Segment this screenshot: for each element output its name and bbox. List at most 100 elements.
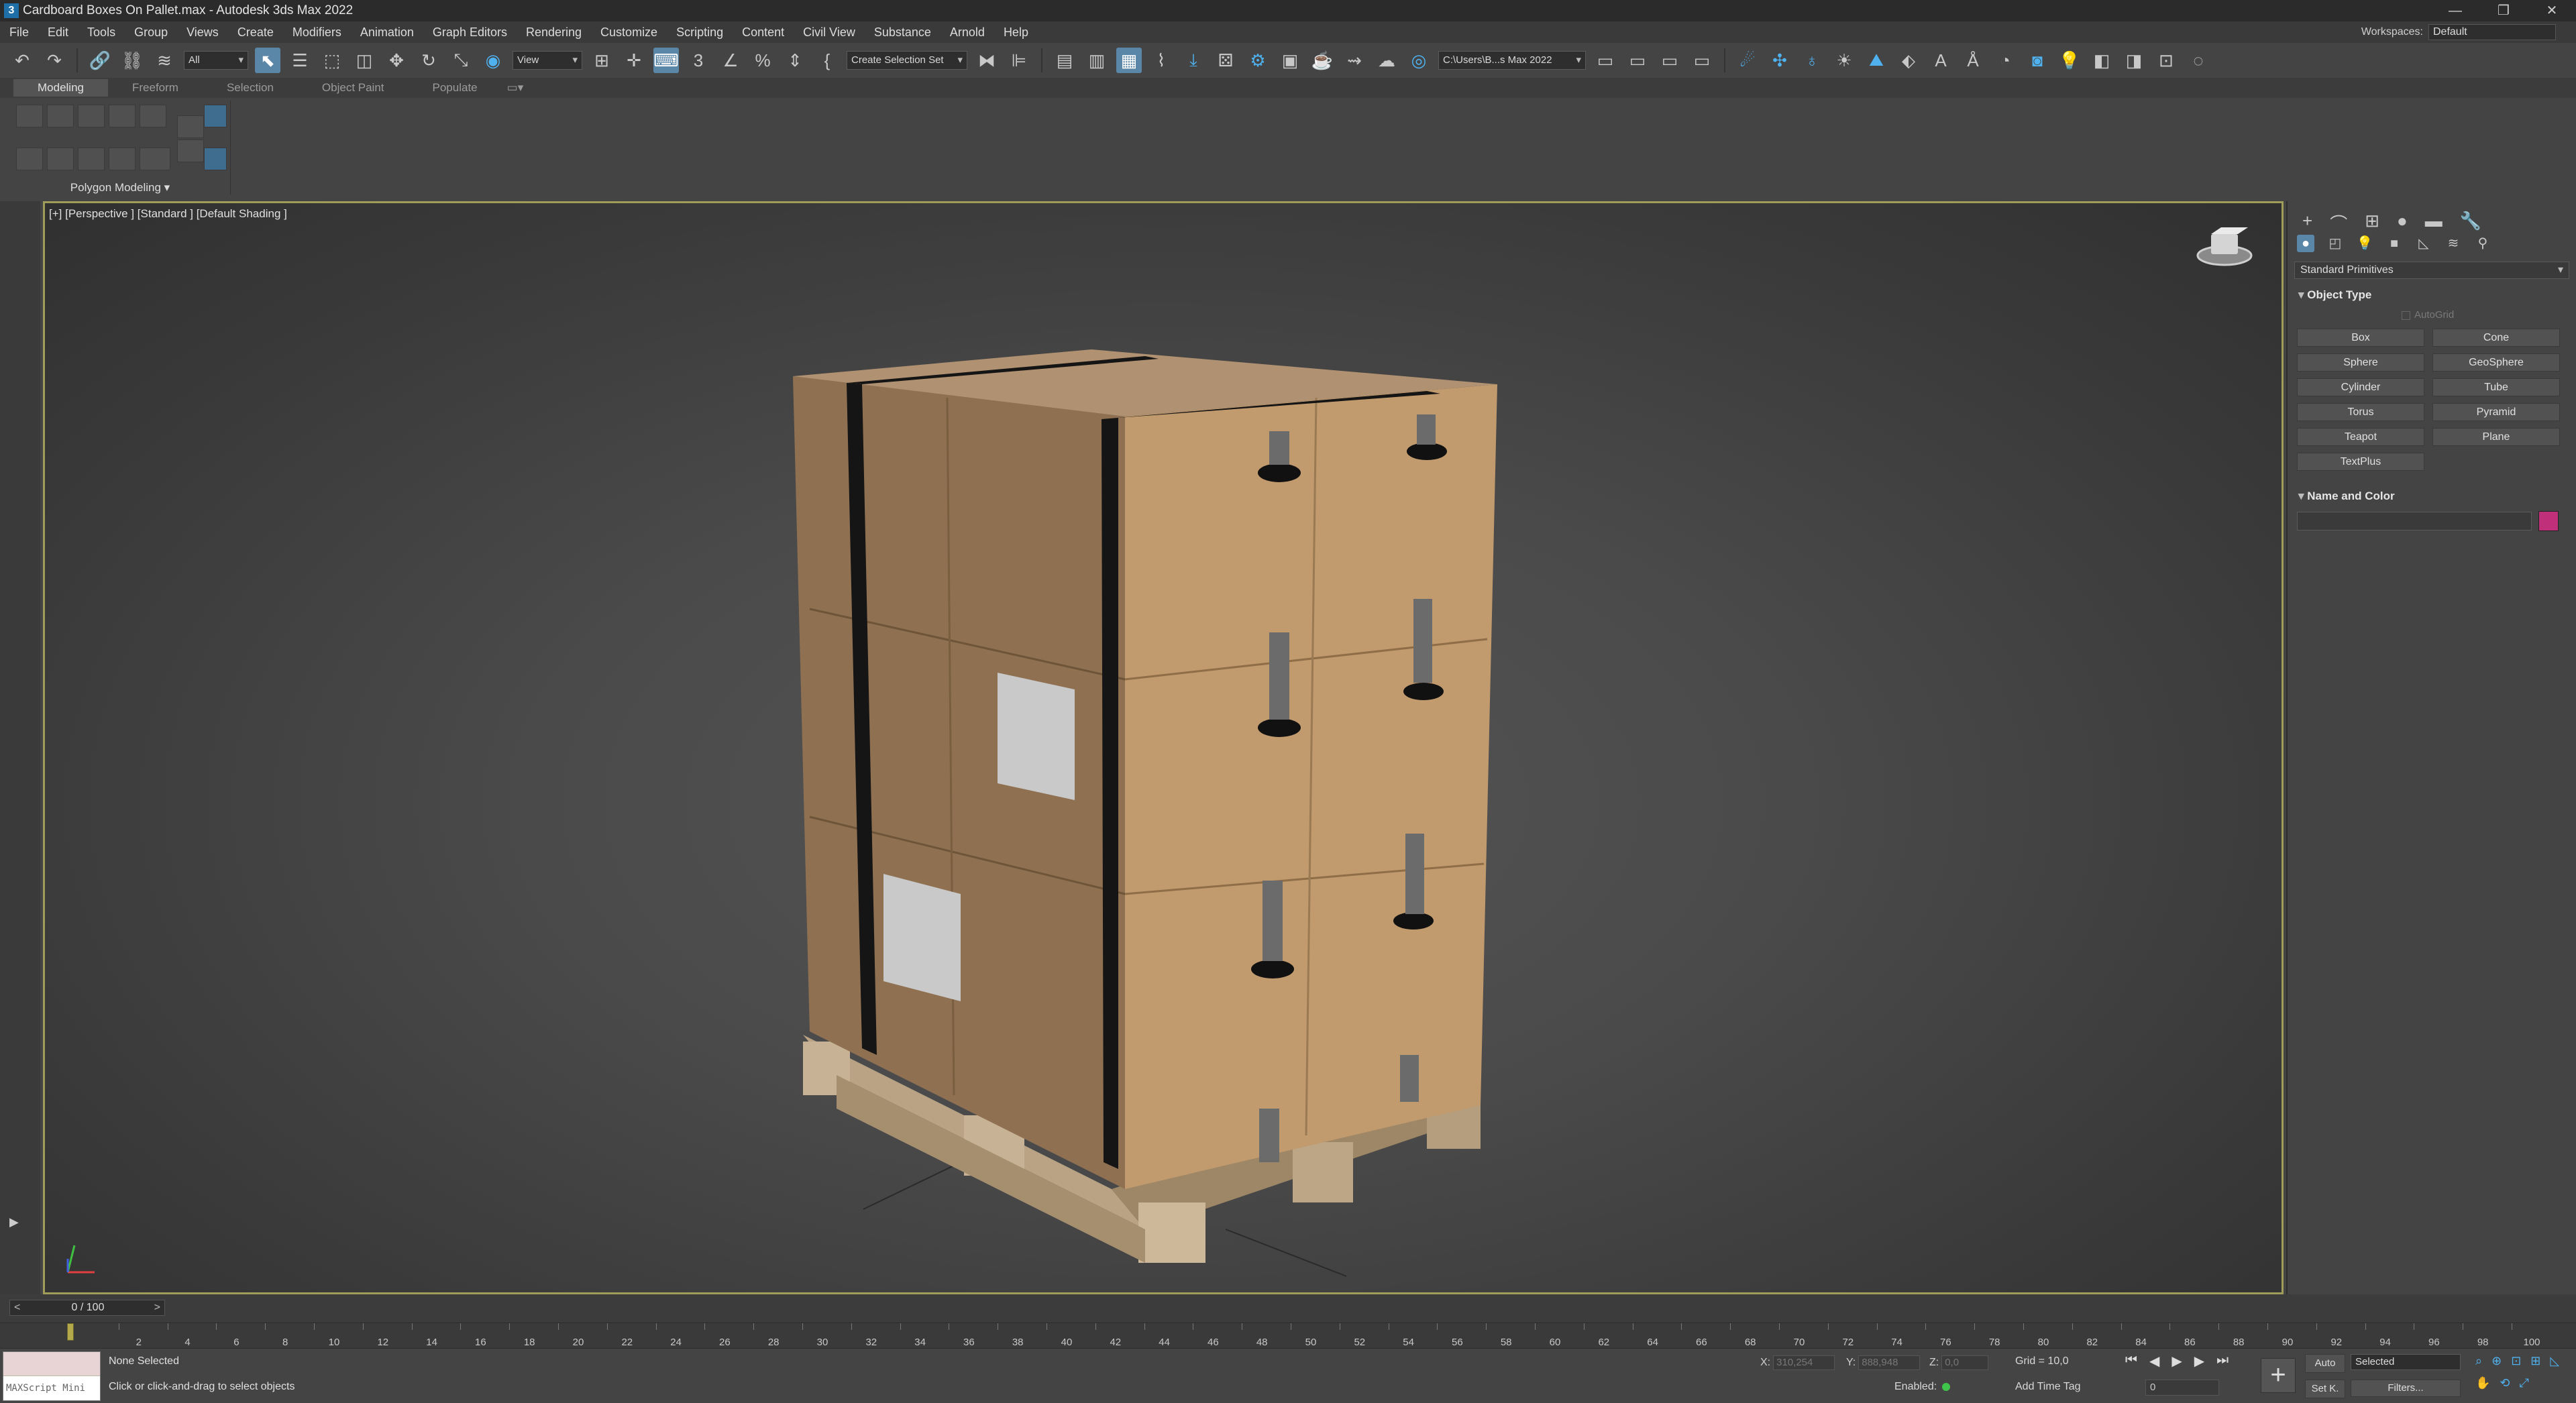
rotate-icon[interactable]: ↻ bbox=[416, 48, 441, 73]
object-name-field[interactable] bbox=[2297, 512, 2532, 530]
render-in-cloud-icon[interactable]: ☁ bbox=[1374, 48, 1399, 73]
autogrid-checkbox[interactable]: AutoGrid bbox=[2402, 307, 2576, 323]
link-icon[interactable]: 🔗 bbox=[87, 48, 113, 73]
plane-button[interactable]: Plane bbox=[2432, 428, 2560, 446]
named-selection-set-dropdown[interactable]: Create Selection Set bbox=[847, 51, 967, 70]
set-project-icon[interactable]: ▭ bbox=[1625, 48, 1650, 73]
ribbon-graphite-button[interactable] bbox=[204, 105, 227, 127]
name-and-color-rollout[interactable]: Name and Color bbox=[2294, 488, 2569, 504]
go-to-start-icon[interactable]: ⏮ bbox=[2125, 1353, 2137, 1369]
rectangular-selection-icon[interactable]: ⬚ bbox=[319, 48, 345, 73]
current-frame-field[interactable]: 0 bbox=[2145, 1380, 2219, 1396]
display-tab-icon[interactable]: ▬ bbox=[2425, 211, 2443, 231]
object-color-swatch[interactable] bbox=[2538, 511, 2559, 531]
box-button[interactable]: Box bbox=[2297, 329, 2424, 347]
select-object-icon[interactable]: ⬉ bbox=[255, 48, 280, 73]
render-production-icon[interactable]: ☕ bbox=[1309, 48, 1335, 73]
percent-snap-icon[interactable]: % bbox=[750, 48, 775, 73]
menu-graph-editors[interactable]: Graph Editors bbox=[423, 21, 517, 43]
next-frame-icon[interactable]: ▶ bbox=[2194, 1353, 2204, 1369]
viewport-label[interactable]: [+] [Perspective ] [Standard ] [Default … bbox=[49, 207, 287, 221]
time-cursor[interactable] bbox=[67, 1323, 74, 1341]
spinner-snap-icon[interactable]: ⇕ bbox=[782, 48, 808, 73]
tube-button[interactable]: Tube bbox=[2432, 378, 2560, 396]
maxscript-output[interactable] bbox=[3, 1352, 100, 1376]
key-filters-button[interactable]: Filters... bbox=[2351, 1380, 2461, 1397]
maxscript-listener[interactable]: MAXScript Mini bbox=[3, 1351, 101, 1401]
perspective-viewport[interactable]: [+] [Perspective ] [Standard ] [Default … bbox=[43, 201, 2284, 1294]
selection-filter-dropdown[interactable]: All bbox=[184, 51, 248, 70]
pan-icon[interactable]: ✋ bbox=[2475, 1376, 2490, 1390]
previous-frame-icon[interactable]: ◀ bbox=[2149, 1353, 2159, 1369]
sphere-button[interactable]: Sphere bbox=[2297, 353, 2424, 372]
menu-edit[interactable]: Edit bbox=[38, 21, 78, 43]
render-setup-icon[interactable]: ⚙ bbox=[1245, 48, 1271, 73]
ribbon-polygon-button[interactable] bbox=[109, 105, 136, 127]
key-filter-dropdown[interactable]: Selected bbox=[2351, 1354, 2461, 1370]
hierarchy-tab-icon[interactable]: ⊞ bbox=[2365, 211, 2379, 231]
arnold-render-icon[interactable]: ☄ bbox=[1735, 48, 1760, 73]
geometry-icon[interactable]: ● bbox=[2297, 235, 2314, 252]
menu-group[interactable]: Group bbox=[125, 21, 177, 43]
ribbon-stack-button[interactable] bbox=[177, 139, 204, 162]
field-of-view-icon[interactable]: ◺ bbox=[2550, 1354, 2559, 1368]
menu-customize[interactable]: Customize bbox=[591, 21, 667, 43]
space-warps-icon[interactable]: ≋ bbox=[2445, 235, 2462, 252]
menu-modifiers[interactable]: Modifiers bbox=[283, 21, 351, 43]
align-icon[interactable]: ⊫ bbox=[1006, 48, 1032, 73]
rendered-frame-window-icon[interactable]: ▣ bbox=[1277, 48, 1303, 73]
edit-named-selection-icon[interactable]: { bbox=[814, 48, 840, 73]
scale-icon[interactable]: ⤡ bbox=[448, 48, 474, 73]
ribbon-element-button[interactable] bbox=[140, 105, 166, 127]
tab-freeform[interactable]: Freeform bbox=[108, 79, 203, 97]
arnold-light-icon[interactable]: ✣ bbox=[1767, 48, 1792, 73]
select-by-name-icon[interactable]: ☰ bbox=[287, 48, 313, 73]
helpers-icon[interactable]: ◺ bbox=[2415, 235, 2432, 252]
tab-modeling[interactable]: Modeling bbox=[13, 79, 108, 97]
textplus-button[interactable]: TextPlus bbox=[2297, 453, 2424, 471]
tab-selection[interactable]: Selection bbox=[203, 79, 298, 97]
maximize-viewport-icon[interactable]: ⤢ bbox=[2520, 1376, 2529, 1390]
go-to-end-icon[interactable]: ⏭ bbox=[2216, 1353, 2229, 1369]
layer-explorer-icon[interactable]: ▥ bbox=[1084, 48, 1110, 73]
mirror-icon[interactable]: ⧓ bbox=[974, 48, 1000, 73]
z-coordinate-field[interactable]: 0,0 bbox=[1941, 1355, 1989, 1370]
workspaces-select[interactable]: Default bbox=[2428, 24, 2556, 40]
ribbon-preserve-uvs-button[interactable] bbox=[16, 148, 43, 170]
set-key-icon[interactable]: + bbox=[2261, 1358, 2296, 1393]
environment-icon[interactable]: ◙ bbox=[2025, 48, 2050, 73]
place-icon[interactable]: ◉ bbox=[480, 48, 506, 73]
systems-icon[interactable]: ⚲ bbox=[2474, 235, 2491, 252]
next-frame-icon[interactable]: > bbox=[154, 1300, 160, 1315]
maxscript-input[interactable]: MAXScript Mini bbox=[3, 1376, 100, 1400]
y-coordinate-field[interactable]: 888,948 bbox=[1858, 1355, 1921, 1370]
menu-tools[interactable]: Tools bbox=[78, 21, 125, 43]
curve-editor-icon[interactable]: ⌇ bbox=[1148, 48, 1174, 73]
ribbon-edge-button[interactable] bbox=[47, 105, 74, 127]
bind-spacewarp-icon[interactable]: ≋ bbox=[152, 48, 177, 73]
zoom-extents-icon[interactable]: ⊡ bbox=[2511, 1354, 2521, 1368]
menu-rendering[interactable]: Rendering bbox=[517, 21, 591, 43]
keyboard-shortcut-override-icon[interactable]: ⌨ bbox=[653, 48, 679, 73]
sun-icon[interactable]: ☀ bbox=[1831, 48, 1857, 73]
auto-key-button[interactable]: Auto bbox=[2305, 1354, 2345, 1373]
ribbon-toggle-modifier-button[interactable] bbox=[78, 148, 105, 170]
object-type-rollout[interactable]: Object Type bbox=[2294, 287, 2569, 303]
arnold-shader-icon[interactable]: ♁ bbox=[1799, 48, 1825, 73]
tab-populate[interactable]: Populate bbox=[409, 79, 502, 97]
play-icon[interactable]: ▶ bbox=[2171, 1353, 2182, 1369]
render-iterative-icon[interactable]: ⇝ bbox=[1342, 48, 1367, 73]
ribbon-collapse-stack-button[interactable] bbox=[47, 148, 74, 170]
add-time-tag[interactable]: Add Time Tag bbox=[2015, 1381, 2081, 1393]
create-project-icon[interactable]: ▭ bbox=[1689, 48, 1715, 73]
zoom-all-icon[interactable]: ⊕ bbox=[2491, 1354, 2502, 1368]
adaptive-degradation[interactable]: Enabled: bbox=[1894, 1381, 1951, 1393]
scene-explorer-icon[interactable]: ▤ bbox=[1052, 48, 1077, 73]
menu-arnold[interactable]: Arnold bbox=[941, 21, 994, 43]
menu-views[interactable]: Views bbox=[177, 21, 228, 43]
menu-scripting[interactable]: Scripting bbox=[667, 21, 733, 43]
volume-icon[interactable]: ⛰ bbox=[1864, 48, 1889, 73]
window-crossing-icon[interactable]: ◫ bbox=[352, 48, 377, 73]
open-project-icon[interactable]: ▭ bbox=[1593, 48, 1618, 73]
menu-civil-view[interactable]: Civil View bbox=[794, 21, 865, 43]
